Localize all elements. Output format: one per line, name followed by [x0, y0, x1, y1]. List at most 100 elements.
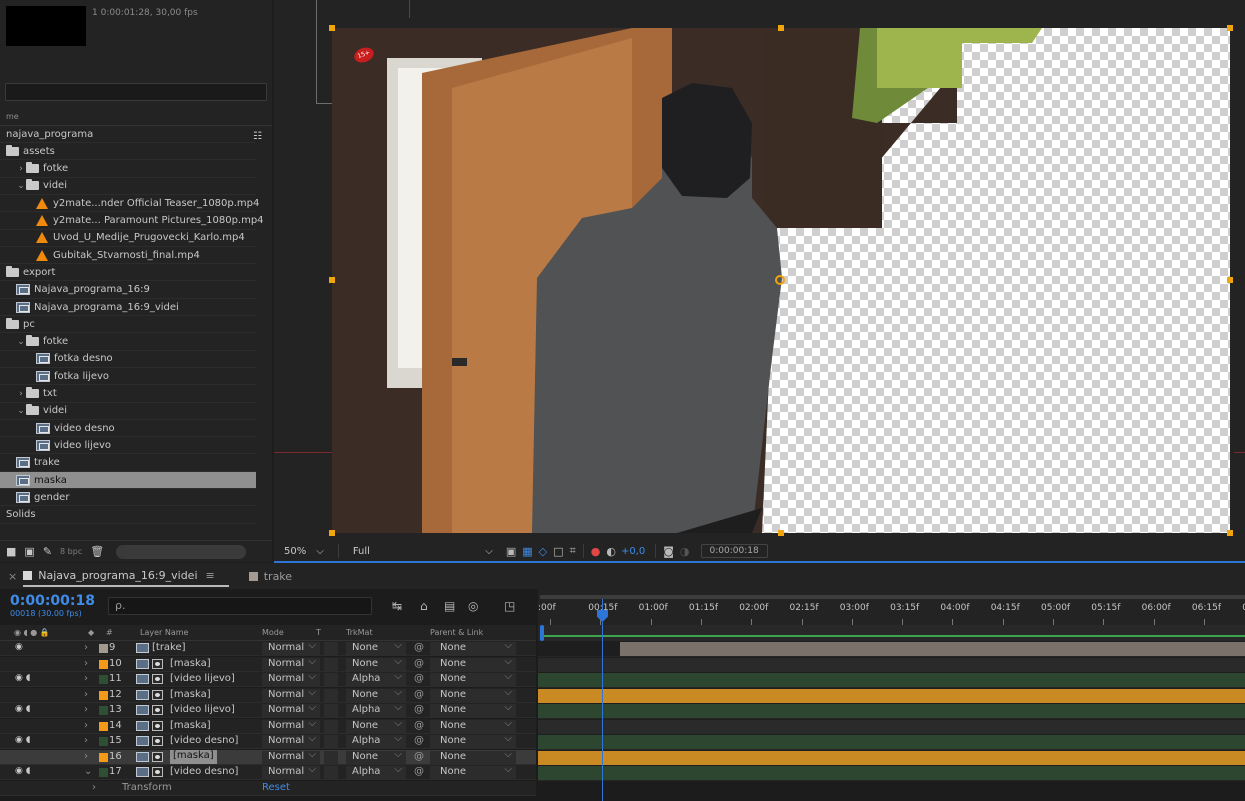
- work-area-start-handle[interactable]: [540, 625, 544, 641]
- label-color-swatch[interactable]: [99, 659, 108, 669]
- chevron-right-icon[interactable]: ›: [84, 704, 88, 715]
- layer-name[interactable]: [trake]: [152, 642, 186, 653]
- show-snapshot-icon[interactable]: ◑: [680, 545, 690, 558]
- project-settings-icon[interactable]: ✎: [43, 545, 52, 558]
- pick-whip-icon[interactable]: @: [414, 720, 424, 731]
- chevron-right-icon[interactable]: ›: [84, 658, 88, 669]
- chevron-right-icon[interactable]: ›: [16, 164, 26, 174]
- viewer-time-display[interactable]: 0:00:00:18: [700, 544, 768, 558]
- layer-duration-bar[interactable]: [538, 657, 1245, 672]
- transform-handle[interactable]: [778, 25, 784, 31]
- blend-mode-dropdown[interactable]: Normal: [262, 671, 320, 686]
- transform-handle[interactable]: [1227, 277, 1233, 283]
- preserve-transparency-toggle[interactable]: [324, 657, 338, 671]
- chevron-right-icon[interactable]: ›: [84, 642, 88, 653]
- parent-dropdown[interactable]: None: [430, 764, 516, 779]
- track-matte-dropdown[interactable]: Alpha: [346, 671, 406, 686]
- menu-icon[interactable]: ≡: [206, 569, 215, 582]
- project-item[interactable]: fotka desno: [0, 351, 256, 368]
- project-item[interactable]: ⌄ videi: [0, 403, 256, 420]
- chevron-down-icon[interactable]: ⌄: [16, 181, 26, 191]
- pick-whip-icon[interactable]: @: [414, 751, 424, 762]
- blend-mode-dropdown[interactable]: Normal: [262, 656, 320, 671]
- pick-whip-icon[interactable]: @: [414, 766, 424, 777]
- layer-name[interactable]: [maska]: [170, 658, 211, 669]
- label-color-swatch[interactable]: [99, 675, 108, 684]
- preserve-transparency-toggle[interactable]: [324, 719, 338, 733]
- project-search-input[interactable]: [5, 83, 267, 101]
- layer-row[interactable]: › 16 [maska] Normal None @ None: [0, 749, 536, 765]
- color-management-icon[interactable]: ◐: [606, 545, 616, 558]
- layer-duration-bar[interactable]: [538, 673, 1245, 687]
- transform-handle[interactable]: [329, 530, 335, 536]
- layer-name[interactable]: [maska]: [170, 689, 211, 700]
- label-color-swatch[interactable]: [99, 706, 108, 715]
- project-item[interactable]: video lijevo: [0, 437, 256, 455]
- layer-row[interactable]: › 12 [maska] Normal None @ None: [0, 687, 536, 703]
- resolution-dropdown[interactable]: Full ⌵: [343, 546, 503, 557]
- av-switches-icon[interactable]: ◉ ◖ ● 🔒: [14, 628, 50, 637]
- snapshot-icon[interactable]: ◙: [663, 545, 674, 558]
- parent-dropdown[interactable]: None: [430, 749, 516, 764]
- label-color-swatch[interactable]: [99, 721, 108, 731]
- layer-row[interactable]: › 10 [maska] Normal None @ None: [0, 656, 536, 672]
- project-item[interactable]: Uvod_U_Medije_Prugovecki_Karlo.mp4: [0, 230, 256, 247]
- chevron-down-icon[interactable]: ⌄: [84, 766, 92, 777]
- label-color-swatch[interactable]: [99, 768, 108, 777]
- chevron-right-icon[interactable]: ›: [92, 782, 96, 793]
- project-item[interactable]: Gubitak_Stvarnosti_final.mp4: [0, 247, 256, 265]
- current-time-indicator[interactable]: [602, 599, 603, 801]
- layer-name[interactable]: [video lijevo]: [170, 704, 235, 715]
- preserve-transparency-toggle[interactable]: [324, 766, 338, 779]
- transform-handle[interactable]: [1227, 530, 1233, 536]
- layer-row[interactable]: ◉ › 9 [trake] Normal None @ None: [0, 640, 536, 656]
- close-icon[interactable]: ×: [8, 570, 17, 583]
- motion-blur-icon[interactable]: ◎: [468, 599, 478, 613]
- shy-layers-icon[interactable]: ⌂: [420, 599, 428, 613]
- layer-duration-bar[interactable]: [538, 766, 1245, 780]
- trash-icon[interactable]: 🗑: [90, 545, 104, 558]
- layer-row[interactable]: ◉ ◖ › 15 [video desno] Normal Alpha @ None: [0, 733, 536, 749]
- preserve-transparency-toggle[interactable]: [324, 673, 338, 686]
- preserve-transparency-toggle[interactable]: [324, 642, 338, 655]
- layer-duration-bar[interactable]: [538, 719, 1245, 734]
- preserve-transparency-toggle[interactable]: [324, 735, 338, 748]
- chevron-right-icon[interactable]: ›: [84, 720, 88, 731]
- visibility-eye-icon[interactable]: ◉ ◖: [15, 735, 30, 745]
- project-item[interactable]: y2mate... Paramount Pictures_1080p.mp4: [0, 213, 264, 230]
- blend-mode-dropdown[interactable]: Normal: [262, 718, 320, 733]
- blend-mode-dropdown[interactable]: Normal: [262, 764, 320, 779]
- parent-dropdown[interactable]: None: [430, 656, 516, 671]
- chevron-right-icon[interactable]: ›: [84, 751, 88, 762]
- fast-preview-icon[interactable]: ▣: [506, 545, 516, 558]
- project-item[interactable]: Najava_programa_16:9_videi: [0, 299, 256, 316]
- pick-whip-icon[interactable]: @: [414, 673, 424, 684]
- project-item[interactable]: najava_programa: [0, 126, 256, 143]
- region-of-interest-icon[interactable]: □: [553, 545, 563, 558]
- visibility-eye-icon[interactable]: ◉ ◖: [15, 766, 30, 776]
- track-matte-dropdown[interactable]: Alpha: [346, 733, 406, 748]
- pick-whip-icon[interactable]: @: [414, 658, 424, 669]
- label-color-swatch[interactable]: [99, 752, 108, 762]
- footer-slider[interactable]: [116, 544, 247, 559]
- blend-mode-dropdown[interactable]: Normal: [262, 702, 320, 717]
- chevron-right-icon[interactable]: ›: [84, 735, 88, 746]
- project-item[interactable]: fotka lijevo: [0, 368, 256, 386]
- time-ruler[interactable]: :00f00:15f01:00f01:15f02:00f02:15f03:00f…: [538, 589, 1245, 625]
- frame-blending-icon[interactable]: ▤: [444, 599, 455, 613]
- layer-duration-bar[interactable]: [619, 642, 1245, 656]
- layer-name[interactable]: [video lijevo]: [170, 673, 235, 684]
- layer-name[interactable]: [video desno]: [170, 735, 238, 746]
- project-item[interactable]: Solids: [0, 507, 256, 524]
- track-matte-dropdown[interactable]: None: [346, 687, 406, 702]
- label-color-swatch[interactable]: [99, 644, 108, 653]
- layer-row[interactable]: ◉ ◖ › 13 [video lijevo] Normal Alpha @ None: [0, 702, 536, 718]
- chevron-down-icon[interactable]: ⌄: [16, 337, 26, 347]
- layer-duration-bar[interactable]: [538, 750, 1245, 765]
- visibility-eye-icon[interactable]: ◉ ◖: [15, 673, 30, 683]
- transform-handle[interactable]: [329, 25, 335, 31]
- parent-dropdown[interactable]: None: [430, 733, 516, 748]
- track-matte-dropdown[interactable]: None: [346, 718, 406, 733]
- label-color-swatch[interactable]: [99, 690, 108, 700]
- layer-search-input[interactable]: ρ.: [108, 597, 372, 615]
